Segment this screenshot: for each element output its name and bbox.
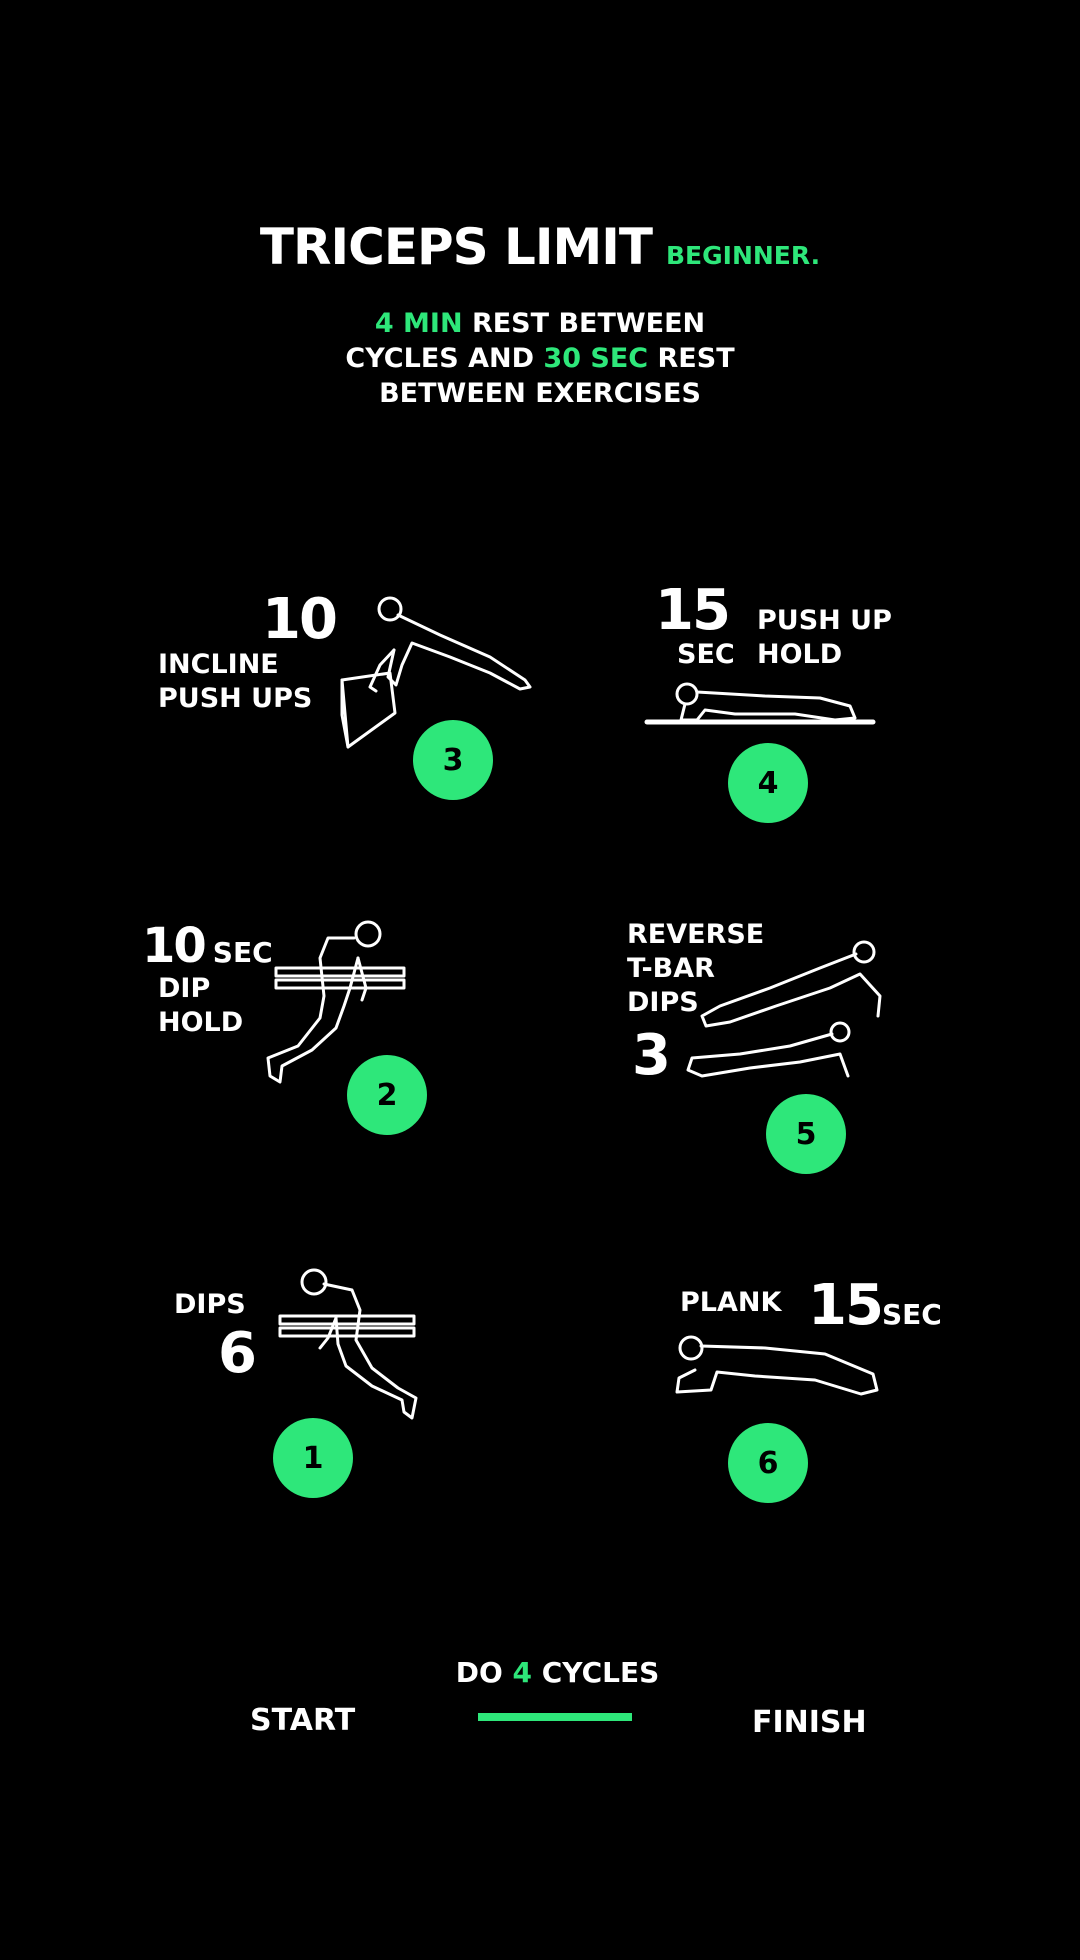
- exercise-6-amount: 15: [808, 1273, 884, 1338]
- exercise-3-name-line: INCLINE: [158, 649, 279, 680]
- page-title: TRICEPS LIMIT: [259, 218, 653, 276]
- step-5-badge: 5: [766, 1094, 846, 1174]
- step-1-badge: 1: [273, 1418, 353, 1498]
- exercise-4-amount: 15: [655, 578, 731, 643]
- step-2-badge: 2: [347, 1055, 427, 1135]
- exercise-1-name: DIPS: [174, 1289, 246, 1320]
- rest-text: BETWEEN EXERCISES: [379, 378, 701, 409]
- exercise-2-amount: 10: [142, 918, 207, 974]
- rest-info: 4 MIN REST BETWEEN CYCLES AND 30 SEC RES…: [240, 306, 840, 411]
- plank-figure: [675, 1335, 879, 1396]
- exercise-3-name-line: PUSH UPS: [158, 683, 313, 714]
- exercise-2-name-line: DIP: [158, 973, 211, 1004]
- reverse-t-bar-dips-figure: [686, 940, 882, 1078]
- exercise-4-unit: SEC: [677, 639, 735, 670]
- cycles-progress-bar: [478, 1713, 632, 1721]
- finish-label: FINISH: [752, 1705, 867, 1740]
- rest-exercise-value: 30 SEC: [543, 343, 649, 374]
- cycles-label: DO 4 CYCLES: [0, 1656, 1080, 1689]
- push-up-hold-figure: [644, 682, 876, 725]
- rest-text: REST: [648, 343, 735, 374]
- exercise-4-name: PUSH UP HOLD: [757, 604, 892, 672]
- cycles-prefix: DO: [455, 1656, 513, 1689]
- page-header: TRICEPS LIMIT BEGINNER.: [0, 218, 1080, 276]
- exercise-3-amount: 10: [262, 587, 338, 652]
- exercise-6-name: PLANK: [680, 1287, 782, 1318]
- exercise-4-name-line: HOLD: [757, 639, 843, 670]
- step-4-badge: 4: [728, 743, 808, 823]
- exercise-6-unit: SEC: [881, 1298, 942, 1331]
- exercise-5-amount: 3: [632, 1023, 671, 1088]
- cycles-suffix: CYCLES: [532, 1656, 660, 1689]
- exercise-1-amount: 6: [218, 1321, 257, 1386]
- start-label: START: [250, 1703, 356, 1738]
- step-6-badge: 6: [728, 1423, 808, 1503]
- exercise-2-name-line: HOLD: [158, 1007, 244, 1038]
- rest-cycles-value: 4 MIN: [374, 308, 463, 339]
- exercise-2-name: DIP HOLD: [158, 972, 243, 1040]
- level-badge: BEGINNER.: [665, 241, 821, 270]
- exercise-3-name: INCLINE PUSH UPS: [158, 648, 312, 716]
- exercise-4-name-line: PUSH UP: [757, 605, 892, 636]
- cycles-count: 4: [512, 1656, 532, 1689]
- step-3-badge: 3: [413, 720, 493, 800]
- rest-text: REST BETWEEN: [462, 308, 706, 339]
- rest-text: CYCLES AND: [345, 343, 544, 374]
